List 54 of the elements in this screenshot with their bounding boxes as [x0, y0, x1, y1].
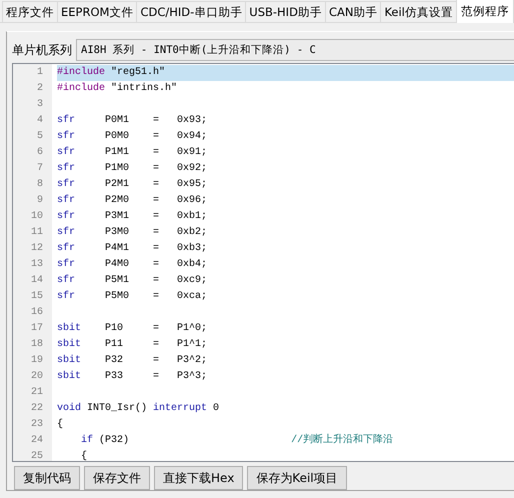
code-line: if (P32) //判断上升沿和下降沿: [80, 433, 394, 448]
line-number: 7: [36, 162, 44, 176]
line-number: 11: [30, 226, 44, 240]
code-line: sfr P2M1 = 0x95;: [57, 178, 208, 192]
code-line: sfr P1M0 = 0x92;: [57, 162, 208, 176]
code-line: sfr P1M1 = 0x91;: [57, 146, 208, 160]
code-line: sfr P5M0 = 0xca;: [57, 290, 208, 304]
line-number: 24: [30, 434, 44, 448]
line-number: 4: [36, 114, 44, 128]
code-line: sbit P33 = P3^3;: [57, 370, 208, 384]
code-line: sfr P0M1 = 0x93;: [57, 114, 208, 128]
action-button[interactable]: 直接下载Hex: [154, 466, 244, 490]
line-number: 2: [36, 82, 44, 96]
code-line: #include "intrins.h": [57, 82, 178, 96]
code-line: void INT0_Isr() interrupt 0: [57, 402, 220, 416]
series-dropdown[interactable]: AI8H 系列 - INT0中断(上升沿和下降沿) - C: [76, 39, 514, 61]
series-label: 单片机系列: [12, 42, 72, 58]
line-number: 6: [36, 146, 44, 160]
line-number: 9: [36, 194, 44, 208]
code-line: sfr P0M0 = 0x94;: [57, 130, 208, 144]
line-number: 3: [36, 98, 44, 112]
code-line: sbit P10 = P1^0;: [57, 322, 208, 336]
code-line: sfr P3M1 = 0xb1;: [57, 210, 208, 224]
line-number: 22: [30, 402, 44, 416]
code-line: {: [80, 450, 88, 461]
code-line: sfr P4M0 = 0xb4;: [57, 258, 208, 272]
line-number: 8: [36, 178, 44, 192]
line-number: 1: [36, 66, 44, 80]
action-button[interactable]: 复制代码: [14, 466, 80, 490]
line-number: 14: [30, 274, 44, 288]
line-number: 18: [30, 338, 44, 352]
code-line: sfr P3M0 = 0xb2;: [57, 226, 208, 240]
code-line: sbit P11 = P1^1;: [57, 338, 208, 352]
line-number: 16: [30, 306, 44, 320]
line-number: 13: [30, 258, 44, 272]
line-number: 25: [30, 450, 44, 461]
action-button[interactable]: 保存为Keil项目: [247, 466, 347, 490]
line-number: 19: [30, 354, 44, 368]
code-line: {: [57, 418, 64, 432]
code-line: sbit P32 = P3^2;: [57, 354, 208, 368]
code-line: sfr P2M0 = 0x96;: [57, 194, 208, 208]
line-number: 5: [36, 130, 44, 144]
line-number: 10: [30, 210, 44, 224]
line-number: 23: [30, 418, 44, 432]
line-number: 20: [30, 370, 44, 384]
line-number: 21: [30, 386, 44, 400]
code-line: sfr P5M1 = 0xc9;: [57, 274, 208, 288]
line-number: 17: [30, 322, 44, 336]
tab[interactable]: 程序文件: [2, 1, 58, 22]
tab[interactable]: 范例程序: [456, 0, 514, 23]
line-number: 12: [30, 242, 44, 256]
action-button[interactable]: 保存文件: [84, 466, 150, 490]
line-number: 15: [30, 290, 44, 304]
code-line: sfr P4M1 = 0xb3;: [57, 242, 208, 256]
